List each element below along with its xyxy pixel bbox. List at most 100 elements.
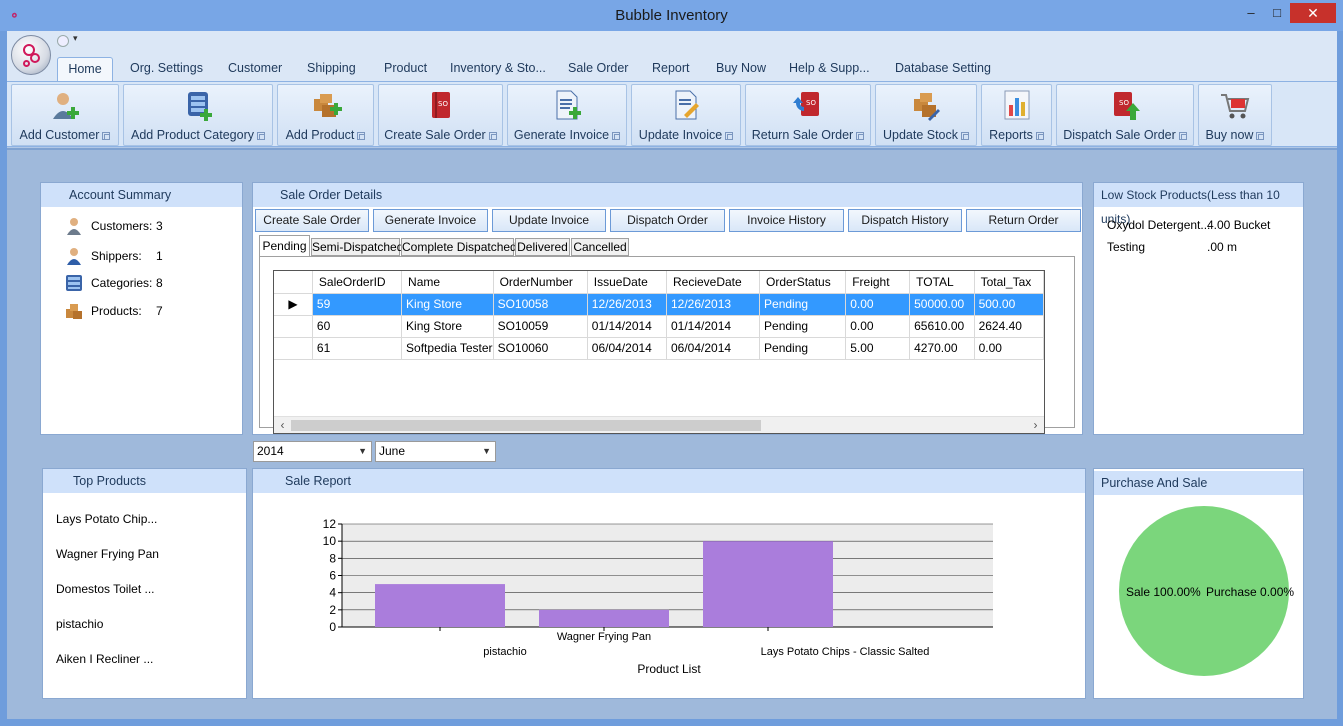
cell[interactable]: SO10060: [493, 337, 588, 360]
application-menu-button[interactable]: [11, 35, 51, 75]
cell[interactable]: 2624.40: [974, 315, 1044, 338]
cell[interactable]: Pending: [759, 293, 847, 316]
cell[interactable]: King Store: [401, 315, 494, 338]
pie-label-purchase: Purchase 0.00%: [1206, 585, 1295, 599]
cell[interactable]: 4270.00: [909, 337, 975, 360]
column-header[interactable]: Name: [401, 271, 494, 294]
cell[interactable]: SO10059: [493, 315, 588, 338]
dispatch-history-action[interactable]: Dispatch History: [848, 209, 962, 232]
scroll-left-icon[interactable]: ‹: [274, 417, 291, 433]
invoice-history-action[interactable]: Invoice History: [729, 209, 844, 232]
cell[interactable]: 12/26/2013: [666, 293, 761, 316]
cell[interactable]: King Store: [401, 293, 494, 316]
update-invoice-label: Update Invoice: [638, 128, 723, 142]
cell[interactable]: Pending: [759, 315, 847, 338]
horizontal-scrollbar[interactable]: ‹ ›: [274, 416, 1044, 433]
cell[interactable]: 61: [312, 337, 403, 360]
table-row[interactable]: ▶ 59 King Store SO10058 12/26/2013 12/26…: [274, 293, 1044, 316]
buy-now-label: Buy now: [1205, 128, 1254, 142]
tab-inventory[interactable]: Inventory & Sto...: [450, 57, 546, 81]
chevron-down-icon[interactable]: ▼: [482, 442, 491, 461]
column-header[interactable]: Freight: [845, 271, 911, 294]
tab-org-settings[interactable]: Org. Settings: [130, 57, 203, 81]
cell[interactable]: 0.00: [845, 293, 911, 316]
table-row[interactable]: 61 Softpedia Tester SO10060 06/04/2014 0…: [274, 337, 1044, 360]
add-product-category-button[interactable]: Add Product Category: [123, 84, 273, 146]
column-header[interactable]: SaleOrderID: [312, 271, 403, 294]
close-button[interactable]: ✕: [1290, 3, 1336, 23]
cell[interactable]: 0.00: [974, 337, 1044, 360]
year-select-value: 2014: [257, 444, 284, 458]
generate-invoice-button[interactable]: Generate Invoice: [507, 84, 627, 146]
tab-delivered[interactable]: Delivered: [515, 238, 570, 256]
generate-invoice-action[interactable]: Generate Invoice: [373, 209, 488, 232]
cell[interactable]: 60: [312, 315, 403, 338]
cell[interactable]: Softpedia Tester: [401, 337, 494, 360]
maximize-button[interactable]: □: [1266, 3, 1288, 23]
month-select[interactable]: June ▼: [375, 441, 496, 462]
update-invoice-action[interactable]: Update Invoice: [492, 209, 606, 232]
launcher-icon: [102, 132, 111, 140]
cell[interactable]: 5.00: [845, 337, 911, 360]
tab-customer[interactable]: Customer: [228, 57, 282, 81]
chevron-down-icon[interactable]: ▼: [358, 442, 367, 461]
update-stock-button[interactable]: Update Stock: [875, 84, 977, 146]
column-header[interactable]: OrderStatus: [759, 271, 847, 294]
dispatch-order-action[interactable]: Dispatch Order: [610, 209, 725, 232]
column-header[interactable]: IssueDate: [587, 271, 667, 294]
scroll-right-icon[interactable]: ›: [1027, 417, 1044, 433]
tab-home[interactable]: Home: [57, 57, 113, 81]
return-sale-order-button[interactable]: SO Return Sale Order: [745, 84, 871, 146]
column-header[interactable]: RecieveDate: [666, 271, 761, 294]
dispatch-sale-order-button[interactable]: SO Dispatch Sale Order: [1056, 84, 1194, 146]
reports-button[interactable]: Reports: [981, 84, 1052, 146]
tab-report[interactable]: Report: [652, 57, 690, 81]
column-header[interactable]: OrderNumber: [493, 271, 588, 294]
cell[interactable]: 12/26/2013: [587, 293, 667, 316]
buy-now-button[interactable]: Buy now: [1198, 84, 1272, 146]
tab-product[interactable]: Product: [384, 57, 427, 81]
add-customer-button[interactable]: Add Customer: [11, 84, 119, 146]
cell[interactable]: 01/14/2014: [666, 315, 761, 338]
tab-database-setting[interactable]: Database Setting: [895, 57, 991, 81]
minimize-button[interactable]: –: [1240, 3, 1262, 23]
add-product-button[interactable]: Add Product: [277, 84, 374, 146]
scroll-thumb[interactable]: [291, 420, 761, 431]
quick-access-dropdown-icon[interactable]: ▾: [73, 33, 78, 44]
cell[interactable]: 06/04/2014: [666, 337, 761, 360]
create-sale-order-button[interactable]: SO Create Sale Order: [378, 84, 503, 146]
cell[interactable]: 06/04/2014: [587, 337, 667, 360]
cell[interactable]: 59: [312, 293, 403, 316]
cell[interactable]: 50000.00: [909, 293, 975, 316]
tab-sale-order[interactable]: Sale Order: [568, 57, 628, 81]
tab-pending[interactable]: Pending: [259, 235, 310, 257]
tab-help-support[interactable]: Help & Supp...: [789, 57, 870, 81]
cell[interactable]: 500.00: [974, 293, 1044, 316]
y-tick-label: 2: [329, 603, 336, 617]
client-area: ▾ Home Org. Settings Customer Shipping P…: [7, 31, 1337, 719]
update-invoice-button[interactable]: Update Invoice: [631, 84, 741, 146]
cell[interactable]: 0.00: [845, 315, 911, 338]
row-header[interactable]: [274, 337, 313, 360]
create-sale-order-action[interactable]: Create Sale Order: [255, 209, 369, 232]
quick-access-icon[interactable]: [57, 35, 69, 47]
column-header[interactable]: Total_Tax: [974, 271, 1044, 294]
tab-complete-dispatched[interactable]: Complete Dispatched: [401, 238, 517, 256]
return-order-action[interactable]: Return Order: [966, 209, 1081, 232]
column-header[interactable]: TOTAL: [909, 271, 975, 294]
ribbon-tab-strip: ▾ Home Org. Settings Customer Shipping P…: [7, 31, 1337, 82]
year-select[interactable]: 2014 ▼: [253, 441, 372, 462]
reports-label: Reports: [989, 128, 1033, 142]
tab-cancelled[interactable]: Cancelled: [571, 238, 629, 256]
create-sale-order-label: Create Sale Order: [384, 128, 486, 142]
cell[interactable]: 65610.00: [909, 315, 975, 338]
table-row[interactable]: 60 King Store SO10059 01/14/2014 01/14/2…: [274, 315, 1044, 338]
cell[interactable]: Pending: [759, 337, 847, 360]
cell[interactable]: SO10058: [493, 293, 588, 316]
tab-semi-dispatched[interactable]: Semi-Dispatched: [311, 238, 403, 256]
tab-buy-now[interactable]: Buy Now: [716, 57, 766, 81]
cell[interactable]: 01/14/2014: [587, 315, 667, 338]
current-row-indicator[interactable]: ▶: [274, 293, 313, 316]
tab-shipping[interactable]: Shipping: [307, 57, 356, 81]
row-header[interactable]: [274, 315, 313, 338]
